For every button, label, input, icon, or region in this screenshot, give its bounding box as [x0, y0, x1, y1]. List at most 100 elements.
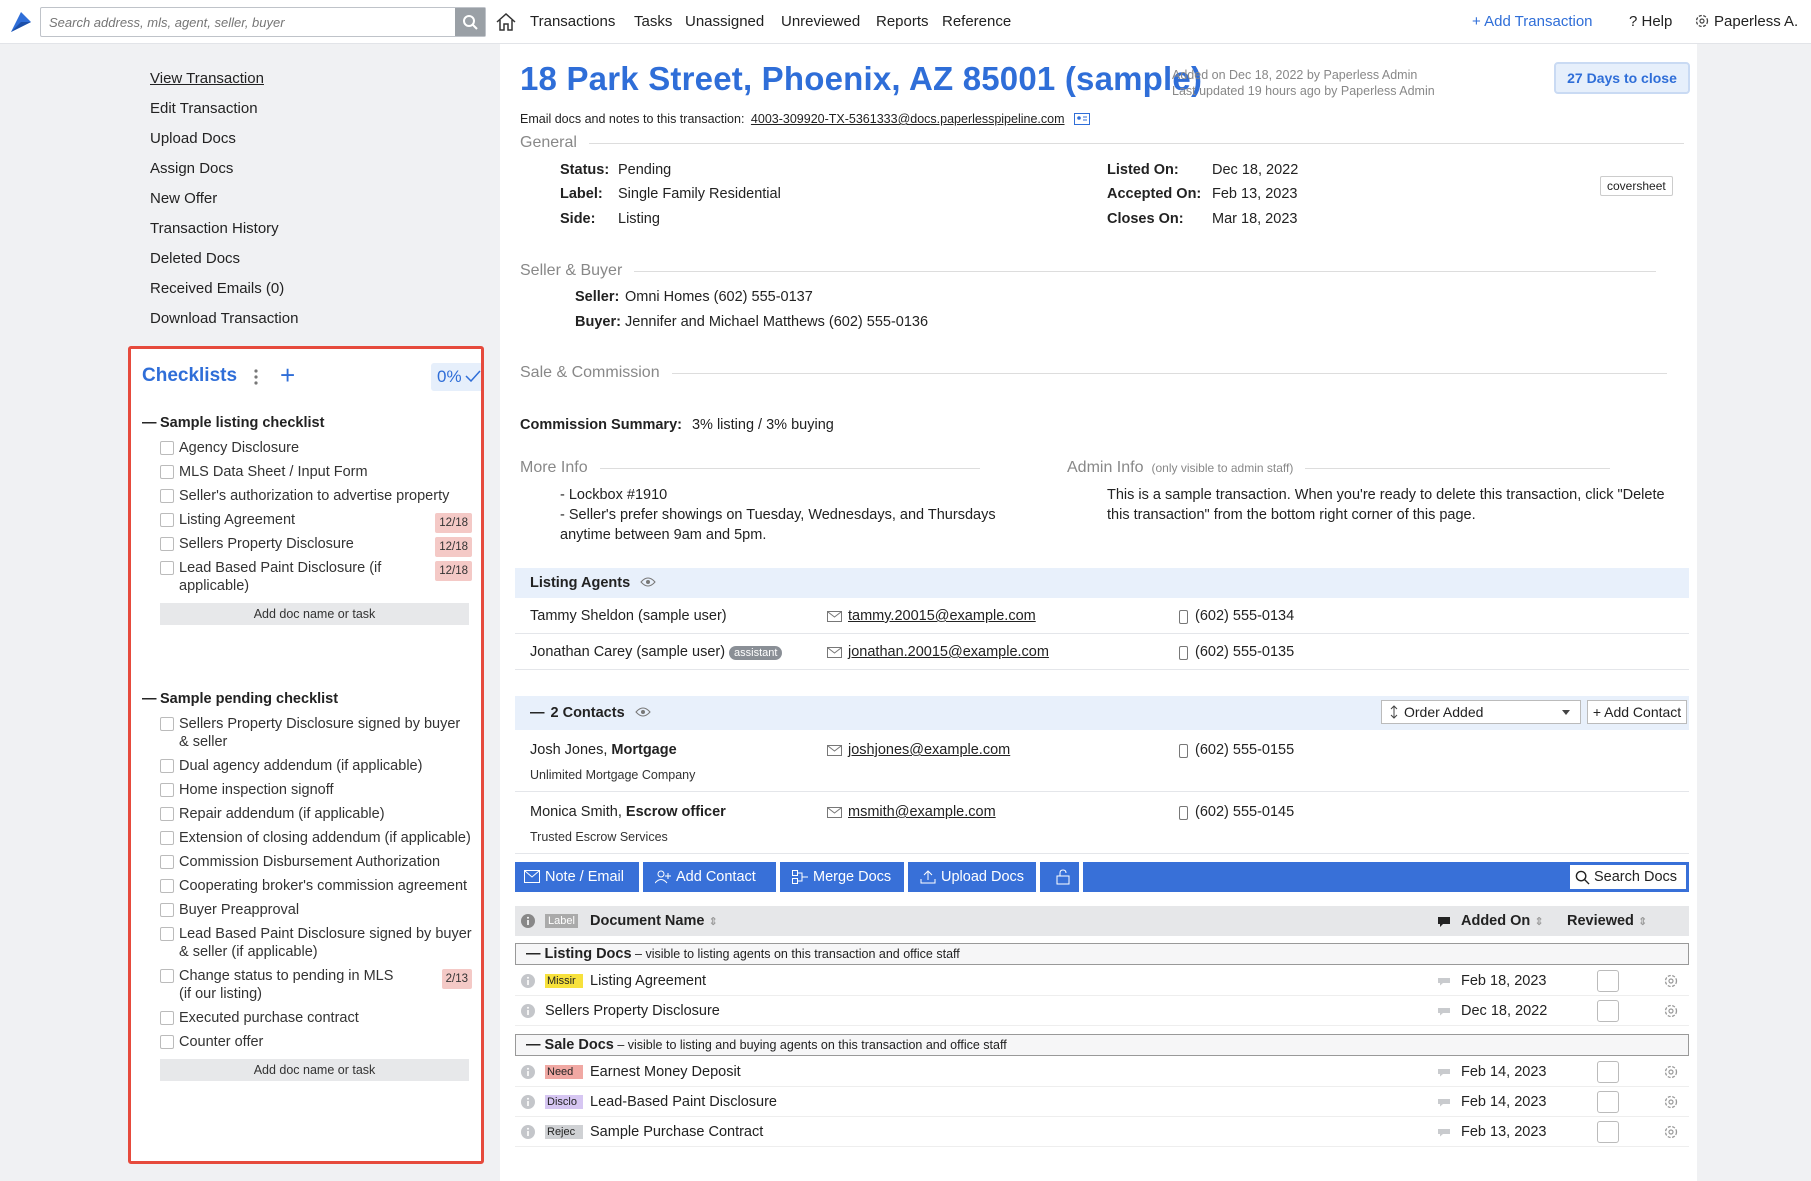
agent-email-link[interactable]: tammy.20015@example.com: [848, 608, 1036, 624]
checklist-group-title[interactable]: — Sample pending checklist: [142, 691, 472, 715]
checklist-item[interactable]: Counter offer: [142, 1033, 472, 1051]
checklist-checkbox[interactable]: [160, 759, 174, 773]
document-row[interactable]: Need Earnest Money Deposit Feb 14, 2023: [515, 1057, 1689, 1087]
lock-button[interactable]: [1043, 862, 1083, 892]
checklist-item[interactable]: Sellers Property Disclosure 12/18: [142, 535, 472, 557]
document-row[interactable]: Disclo Lead-Based Paint Disclosure Feb 14,…: [515, 1087, 1689, 1117]
checklist-checkbox[interactable]: [160, 855, 174, 869]
checklist-item[interactable]: Lead Based Paint Disclosure signed by bu…: [142, 925, 472, 961]
nav-tasks[interactable]: Tasks: [634, 13, 672, 30]
document-name[interactable]: Listing Agreement: [590, 966, 706, 996]
listing-docs-section[interactable]: — Listing Docs – visible to listing agen…: [515, 943, 1689, 965]
new-offer-link[interactable]: New Offer: [150, 190, 298, 220]
document-label-badge[interactable]: Disclo: [545, 1095, 583, 1109]
checklist-checkbox[interactable]: [160, 513, 174, 527]
contact-name[interactable]: Monica Smith, Escrow officer: [530, 804, 726, 820]
contact-name[interactable]: Josh Jones, Mortgage: [530, 742, 677, 758]
document-label-badge[interactable]: Missir: [545, 974, 583, 988]
checklist-checkbox[interactable]: [160, 783, 174, 797]
checklist-checkbox[interactable]: [160, 903, 174, 917]
agent-email-link[interactable]: jonathan.20015@example.com: [848, 644, 1049, 660]
checklist-checkbox[interactable]: [160, 1035, 174, 1049]
document-name[interactable]: Earnest Money Deposit: [590, 1057, 741, 1087]
add-transaction-link[interactable]: + Add Transaction: [1472, 13, 1593, 30]
checklist-item[interactable]: Home inspection signoff: [142, 781, 472, 799]
checklist-checkbox[interactable]: [160, 441, 174, 455]
search-button[interactable]: [455, 8, 485, 36]
checklist-checkbox[interactable]: [160, 927, 174, 941]
info-icon[interactable]: [521, 1095, 535, 1109]
gear-icon[interactable]: [1663, 973, 1679, 989]
document-name[interactable]: Sample Purchase Contract: [590, 1117, 763, 1147]
add-checklist-button[interactable]: +: [280, 362, 295, 388]
reviewed-column-header[interactable]: Reviewed ⇕: [1567, 906, 1647, 937]
nav-unreviewed[interactable]: Unreviewed: [781, 13, 860, 30]
user-menu[interactable]: Paperless A.: [1694, 13, 1798, 30]
upload-docs-link[interactable]: Upload Docs: [150, 130, 298, 160]
comment-icon[interactable]: [1437, 1007, 1451, 1016]
document-name[interactable]: Sellers Property Disclosure: [545, 996, 720, 1026]
add-contact-button[interactable]: + Add Contact: [1587, 700, 1687, 724]
checklist-item[interactable]: Buyer Preapproval: [142, 901, 472, 919]
checklist-item[interactable]: Commission Disbursement Authorization: [142, 853, 472, 871]
checklist-item[interactable]: Change status to pending in MLS (if our …: [142, 967, 472, 1003]
sale-docs-section[interactable]: — Sale Docs – visible to listing and buy…: [515, 1034, 1689, 1056]
gear-icon[interactable]: [1663, 1094, 1679, 1110]
nav-reports[interactable]: Reports: [876, 13, 929, 30]
checklist-checkbox[interactable]: [160, 561, 174, 575]
days-to-close-badge[interactable]: 27 Days to close: [1554, 62, 1690, 94]
checklist-item[interactable]: MLS Data Sheet / Input Form: [142, 463, 472, 481]
search-docs-button[interactable]: Search Docs: [1569, 864, 1687, 890]
reviewed-checkbox[interactable]: [1597, 1061, 1619, 1083]
add-doc-or-task-button[interactable]: Add doc name or task: [160, 1059, 469, 1081]
reviewed-checkbox[interactable]: [1597, 1091, 1619, 1113]
agent-name[interactable]: Tammy Sheldon (sample user): [530, 608, 727, 624]
checklist-group-title[interactable]: — Sample listing checklist: [142, 415, 472, 439]
added-on-column-header[interactable]: Added On ⇕: [1461, 906, 1544, 937]
comment-icon[interactable]: [1437, 1128, 1451, 1137]
more-options-icon[interactable]: [254, 369, 258, 385]
add-doc-or-task-button[interactable]: Add doc name or task: [160, 603, 469, 625]
eye-icon[interactable]: [635, 706, 651, 718]
checklist-checkbox[interactable]: [160, 807, 174, 821]
nav-reference[interactable]: Reference: [942, 13, 1011, 30]
comment-icon[interactable]: [1437, 1068, 1451, 1077]
info-icon[interactable]: [521, 1065, 535, 1079]
checklist-item[interactable]: Seller's authorization to advertise prop…: [142, 487, 472, 505]
checklist-checkbox[interactable]: [160, 465, 174, 479]
checklist-checkbox[interactable]: [160, 879, 174, 893]
edit-transaction-link[interactable]: Edit Transaction: [150, 100, 298, 130]
checklist-checkbox[interactable]: [160, 831, 174, 845]
comment-icon[interactable]: [1437, 1098, 1451, 1107]
contact-sort-select[interactable]: Order Added: [1381, 700, 1581, 724]
coversheet-button[interactable]: coversheet: [1600, 176, 1673, 196]
app-logo-icon[interactable]: [8, 10, 34, 34]
home-icon[interactable]: [495, 11, 517, 33]
document-row[interactable]: Missir Listing Agreement Feb 18, 2023: [515, 966, 1689, 996]
checklist-checkbox[interactable]: [160, 969, 174, 983]
checklist-item[interactable]: Repair addendum (if applicable): [142, 805, 472, 823]
search-input[interactable]: [41, 8, 453, 36]
eye-icon[interactable]: [640, 576, 656, 588]
info-icon[interactable]: [521, 914, 535, 928]
contact-email-link[interactable]: msmith@example.com: [848, 804, 996, 820]
checklist-item[interactable]: Lead Based Paint Disclosure (if applicab…: [142, 559, 472, 595]
info-icon[interactable]: [521, 1004, 535, 1018]
comment-icon[interactable]: [1437, 977, 1451, 986]
upload-docs-button[interactable]: Upload Docs: [911, 862, 1040, 892]
checklist-item[interactable]: Listing Agreement 12/18: [142, 511, 472, 533]
reviewed-checkbox[interactable]: [1597, 1121, 1619, 1143]
checklist-checkbox[interactable]: [160, 537, 174, 551]
view-transaction-link[interactable]: View Transaction: [150, 70, 298, 100]
received-emails-link[interactable]: Received Emails (0): [150, 280, 298, 310]
checklist-checkbox[interactable]: [160, 489, 174, 503]
reviewed-checkbox[interactable]: [1597, 970, 1619, 992]
gear-icon[interactable]: [1663, 1124, 1679, 1140]
deleted-docs-link[interactable]: Deleted Docs: [150, 250, 298, 280]
checklist-item[interactable]: Dual agency addendum (if applicable): [142, 757, 472, 775]
document-label-badge[interactable]: Rejec: [545, 1125, 583, 1139]
checklist-item[interactable]: Agency Disclosure: [142, 439, 472, 457]
checklist-item[interactable]: Extension of closing addendum (if applic…: [142, 829, 472, 847]
info-icon[interactable]: [521, 1125, 535, 1139]
transaction-email-link[interactable]: 4003-309920-TX-5361333@docs.paperlesspip…: [751, 112, 1065, 126]
